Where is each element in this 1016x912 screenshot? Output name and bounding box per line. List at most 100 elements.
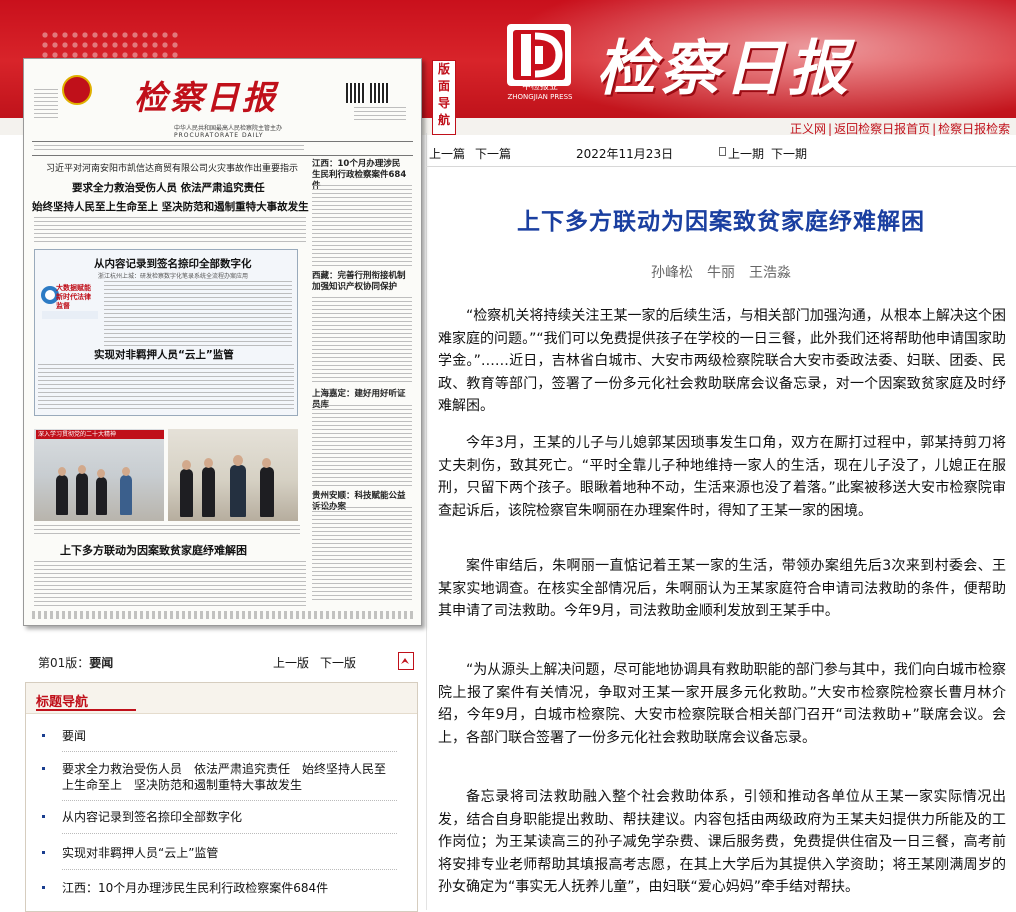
divider xyxy=(62,800,397,801)
logo-caption: 中检报业 ZHONGJIAN PRESS xyxy=(503,82,577,102)
photo-caption: 深入学习贯彻党的二十大精神 xyxy=(36,430,164,439)
paper-body-text xyxy=(312,405,412,487)
paper-body-text xyxy=(34,561,306,609)
article-authors: 孙峰松 牛丽 王浩淼 xyxy=(651,265,791,281)
page-nav-button[interactable]: 版 面 导 航 xyxy=(432,60,456,135)
top-links: 正义网 | 返回检察日报首页 | 检察日报检索 xyxy=(790,120,1010,137)
separator: | xyxy=(828,122,833,136)
person-head xyxy=(233,455,243,466)
paper-masthead-sub: 中华人民共和国最高人民检察院主管主办 xyxy=(174,125,283,132)
prev-page-link[interactable]: 上一版 xyxy=(273,654,309,671)
toc-title: 标题导航 xyxy=(36,695,89,710)
person xyxy=(202,467,215,517)
article-title: 上下多方联动为因案致贫家庭纾难解困 xyxy=(517,209,925,235)
person-head xyxy=(204,458,213,468)
paper-box-sub: 浙江杭州上城：研发检察数字化笔录系统全流程办案应用 xyxy=(98,273,249,280)
newspaper-page-thumbnail[interactable]: 检察日报 中华人民共和国最高人民检察院主管主办 PROCURATORATE DA… xyxy=(23,58,422,626)
person xyxy=(260,467,274,517)
divider xyxy=(62,751,397,752)
paper-body-text xyxy=(104,281,292,347)
article-paragraph: 今年3月，王某的儿子与儿媳郭某因琐事发生口角，双方在厮打过程中，郭某持剪刀将丈夫… xyxy=(438,435,1006,519)
masthead-info xyxy=(354,107,406,121)
next-issue-link[interactable]: 下一期 xyxy=(771,145,807,162)
paper-headline-2: 始终坚持人民至上生命至上 坚决防范和遏制重特大事故发生 xyxy=(32,201,309,213)
person-head xyxy=(182,460,191,470)
person xyxy=(56,475,68,515)
next-article-link[interactable]: 下一篇 xyxy=(475,145,511,162)
bullet-icon xyxy=(42,734,45,737)
issue-date: 2022年11月23日 xyxy=(576,147,674,161)
title-navigation-panel: 标题导航 要闻 要求全力救治受伤人员 依法严肃追究责任 始终坚持人民至上生命至上… xyxy=(25,682,418,912)
toc-item[interactable]: 实现对非羁押人员“云上”监管 xyxy=(42,845,392,861)
paper-bottom-headline: 上下多方联动为因案致贫家庭纾难解困 xyxy=(60,544,247,557)
rule xyxy=(32,141,413,142)
rule xyxy=(32,155,413,156)
paper-footer xyxy=(32,611,413,619)
paper-ad-text: 大数据赋能新时代法律监督 xyxy=(56,284,91,310)
toc-item-label: 从内容记录到签名捺印全部数字化 xyxy=(62,810,243,824)
article-paragraph: 备忘录将司法救助融入整个社会救助体系，引领和推动各单位从王某一家实际情况出发，结… xyxy=(438,789,1006,896)
paper-headline-1: 要求全力救治受伤人员 依法严肃追究责任 xyxy=(72,182,265,194)
paper-right-2: 西藏：完善行刑衔接机制加强知识产权协同保护 xyxy=(312,271,406,292)
paper-body-text xyxy=(38,364,294,410)
brand-title: 检察日报 xyxy=(596,34,852,104)
logo-caption-cn: 中检报业 xyxy=(521,82,558,92)
qr-code-icon xyxy=(346,83,366,103)
header-decoration xyxy=(40,30,180,58)
link-zhengyi[interactable]: 正义网 xyxy=(790,122,826,136)
paper-box-title: 从内容记录到签名捺印全部数字化 xyxy=(94,258,252,270)
toc-item[interactable]: 从内容记录到签名捺印全部数字化 xyxy=(42,809,392,825)
bullet-icon xyxy=(42,815,45,818)
prev-article-link[interactable]: 上一篇 xyxy=(429,145,465,162)
next-page-link[interactable]: 下一版 xyxy=(320,654,356,671)
masthead-info xyxy=(34,89,58,119)
prev-issue-link[interactable]: 上一期 xyxy=(728,145,764,162)
person xyxy=(230,465,246,517)
toc-item-label: 要闻 xyxy=(62,729,87,743)
news-photo xyxy=(34,429,164,521)
person-head xyxy=(122,467,130,476)
paper-body-text xyxy=(34,217,306,245)
person xyxy=(76,473,88,515)
toc-item-label: 要求全力救治受伤人员 依法严肃追究责任 始终坚持人民至上生命至上 坚决防范和遏制… xyxy=(62,762,387,792)
paper-masthead-en: PROCURATORATE DAILY xyxy=(174,132,264,139)
link-search[interactable]: 检察日报检索 xyxy=(938,122,1010,136)
date-line xyxy=(34,145,304,151)
paper-body-text xyxy=(312,185,412,269)
bullet-icon xyxy=(42,886,45,889)
paper-top-line: 习近平对河南安阳市凯信达商贸有限公司火灾事故作出重要指示 xyxy=(46,164,299,174)
person xyxy=(120,475,132,515)
logo-caption-en: ZHONGJIAN PRESS xyxy=(507,93,573,101)
paper-masthead: 检察日报 xyxy=(134,78,278,117)
article-paragraph: 案件审结后，朱啊丽一直惦记着王某一家的生活，带领办案组先后3次来到村委会、王某家… xyxy=(438,558,1006,620)
toc-underline xyxy=(36,709,136,711)
person-head xyxy=(97,469,105,478)
nav-char: 面 xyxy=(437,79,450,93)
toc-item[interactable]: 要闻 xyxy=(42,728,392,744)
bullet-icon xyxy=(42,851,45,854)
pdf-icon[interactable] xyxy=(398,652,414,670)
article-paragraph: “为从源头上解决问题，尽可能地协调具有救助职能的部门参与其中，我们向白城市检察院… xyxy=(438,662,1006,746)
nav-char: 版 xyxy=(437,62,450,76)
edition-label: 第01版：要闻 xyxy=(38,654,113,671)
separator: | xyxy=(932,122,937,136)
news-photo xyxy=(168,429,298,521)
edition-name: 要闻 xyxy=(89,656,114,670)
toc-item-label: 江西：10个月办理涉民生民利行政检察案件684件 xyxy=(62,881,329,895)
person xyxy=(96,477,107,515)
link-home[interactable]: 返回检察日报首页 xyxy=(834,122,930,136)
column-divider xyxy=(426,133,427,910)
divider xyxy=(62,833,397,834)
toc-item[interactable]: 江西：10个月办理涉民生民利行政检察案件684件 xyxy=(42,880,392,896)
calendar-icon[interactable] xyxy=(719,147,726,156)
person-head xyxy=(78,465,86,474)
qr-code-icon xyxy=(370,83,390,103)
photo-caption-text xyxy=(34,525,300,537)
toc-item[interactable]: 要求全力救治受伤人员 依法严肃追究责任 始终坚持人民至上生命至上 坚决防范和遏制… xyxy=(42,761,392,793)
national-emblem-icon xyxy=(62,75,92,105)
toc-item-label: 实现对非羁押人员“云上”监管 xyxy=(62,846,219,860)
person-head xyxy=(58,467,66,476)
divider xyxy=(62,869,397,870)
nav-char: 导 xyxy=(437,96,450,110)
paper-box-title-2: 实现对非羁押人员“云上”监管 xyxy=(94,349,234,361)
